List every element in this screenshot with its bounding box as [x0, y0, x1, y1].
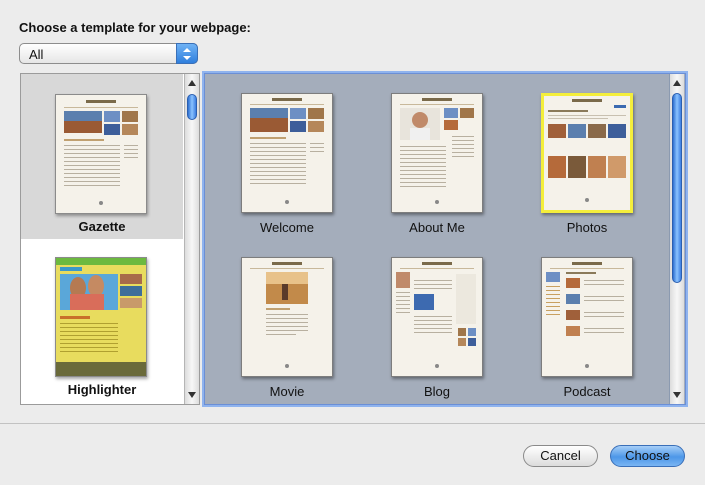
template-label-movie: Movie [269, 384, 305, 399]
theme-label-highlighter: Highlighter [67, 382, 137, 397]
template-grid-scrollbar[interactable] [669, 74, 684, 404]
choose-button[interactable]: Choose [610, 445, 685, 467]
scroll-up-arrow-icon[interactable] [673, 80, 681, 86]
template-about-me[interactable]: About Me [391, 93, 501, 243]
template-photos[interactable]: Photos [541, 93, 651, 243]
welcome-thumbnail [241, 93, 333, 213]
template-welcome[interactable]: Welcome [241, 93, 351, 243]
category-popup[interactable]: All [19, 43, 198, 64]
theme-list[interactable]: Gazette Highlighter [20, 73, 200, 405]
template-label-blog: Blog [423, 384, 451, 399]
separator [0, 423, 705, 424]
blog-thumbnail [391, 257, 483, 377]
cancel-button[interactable]: Cancel [523, 445, 598, 467]
movie-thumbnail [241, 257, 333, 377]
theme-label-gazette: Gazette [78, 219, 126, 234]
theme-list-scrollbar[interactable] [184, 74, 199, 404]
scroll-down-arrow-icon[interactable] [188, 392, 196, 398]
about-me-thumbnail [391, 93, 483, 213]
template-grid-scroll-thumb[interactable] [672, 93, 682, 283]
theme-item-highlighter[interactable]: Highlighter [21, 239, 183, 404]
highlighter-thumbnail [55, 257, 147, 377]
podcast-thumbnail [541, 257, 633, 377]
template-movie[interactable]: Movie [241, 257, 351, 407]
dialog-heading: Choose a template for your webpage: [19, 20, 251, 35]
theme-list-scroll-thumb[interactable] [187, 94, 197, 120]
template-label-about-me: About Me [409, 220, 465, 235]
popup-arrows-icon[interactable] [176, 43, 198, 64]
template-grid[interactable]: Welcome About Me Photos Movie Blog Podca… [204, 73, 686, 405]
scroll-down-arrow-icon[interactable] [673, 392, 681, 398]
template-label-photos: Photos [566, 220, 608, 235]
template-podcast[interactable]: Podcast [541, 257, 651, 407]
gazette-thumbnail [55, 94, 147, 214]
photos-thumbnail [541, 93, 633, 213]
template-label-podcast: Podcast [563, 384, 611, 399]
template-label-welcome: Welcome [260, 220, 314, 235]
scroll-up-arrow-icon[interactable] [188, 80, 196, 86]
template-blog[interactable]: Blog [391, 257, 501, 407]
theme-item-gazette[interactable]: Gazette [21, 74, 183, 239]
category-popup-value: All [29, 47, 44, 62]
